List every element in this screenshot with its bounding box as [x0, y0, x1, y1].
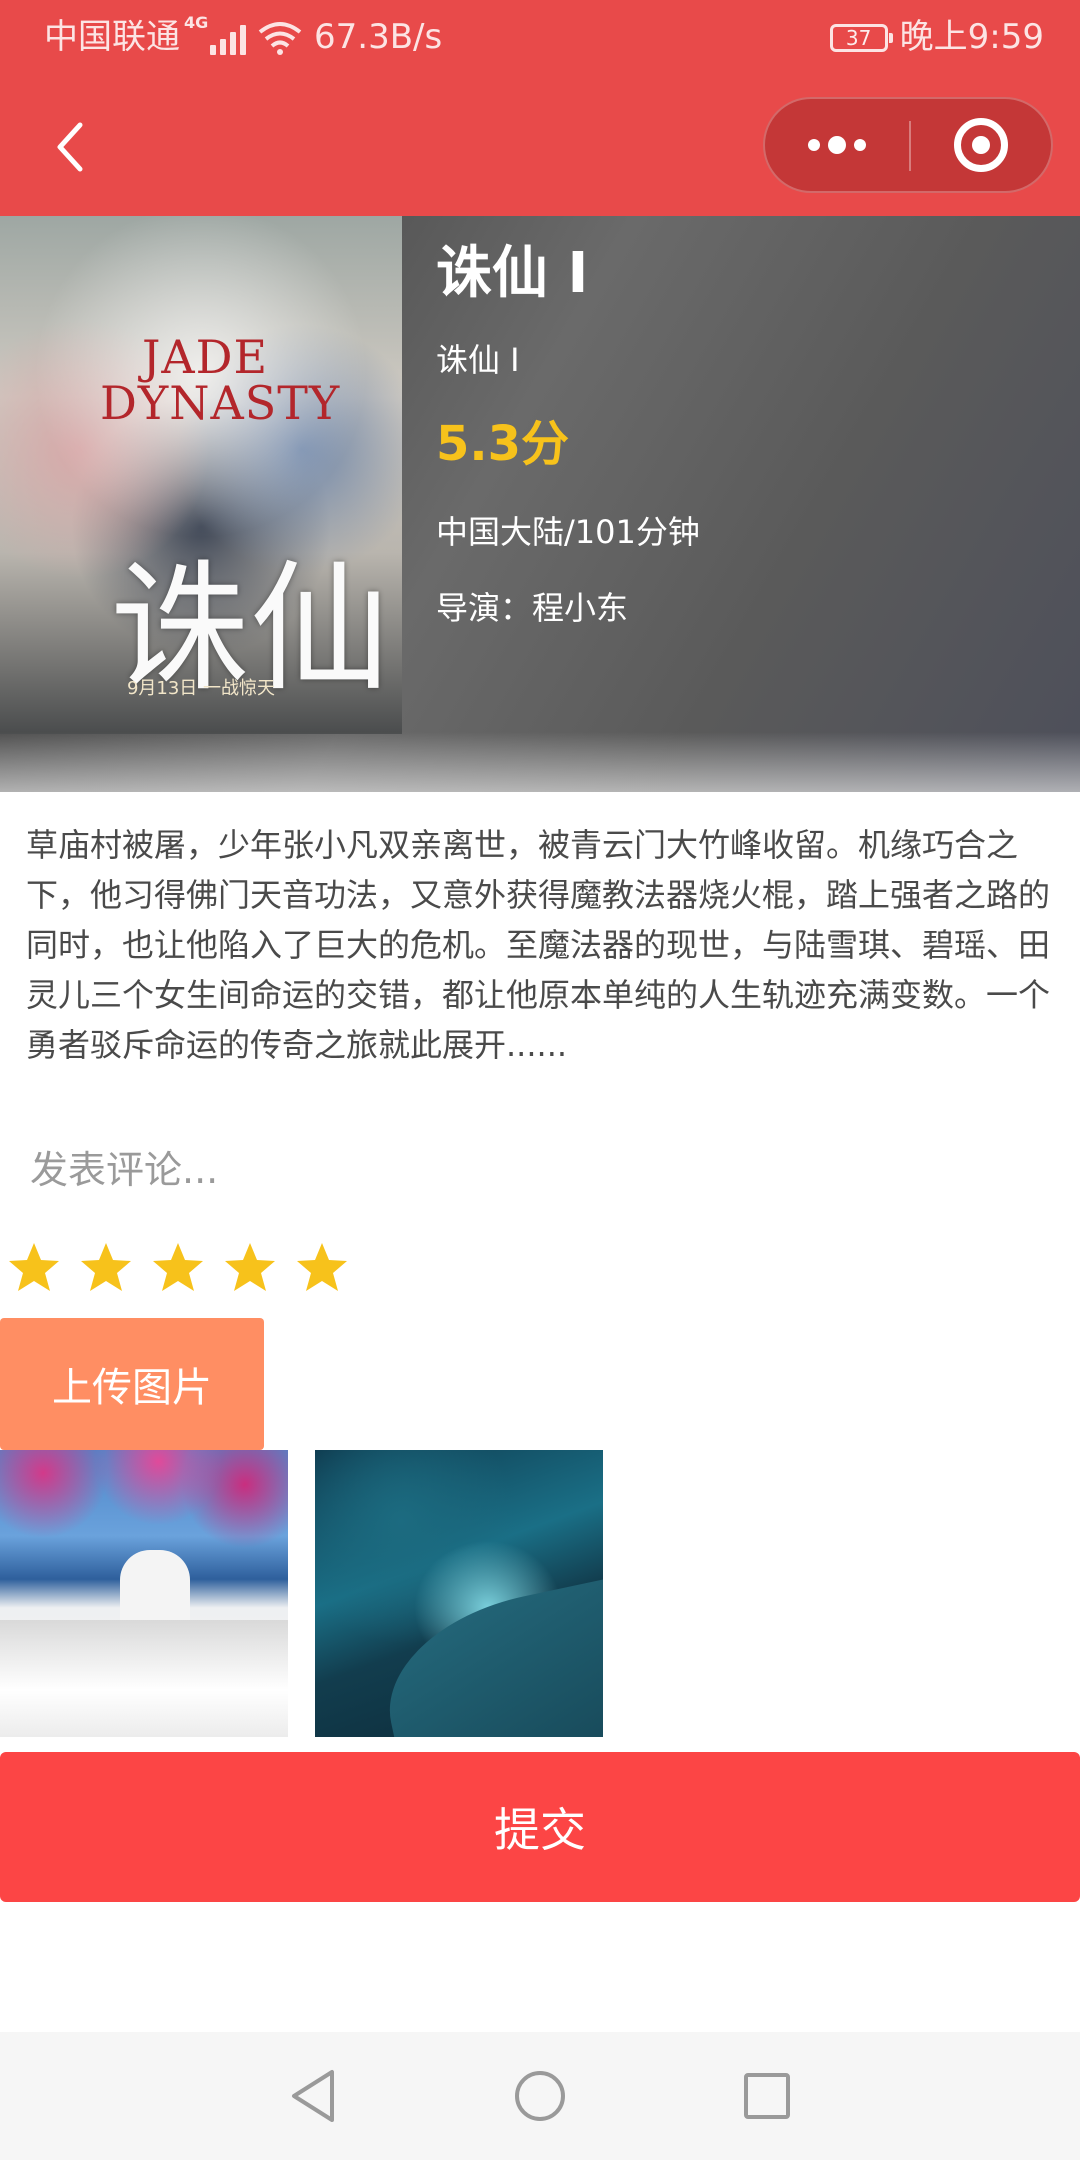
comment-input[interactable]: [30, 1130, 1050, 1210]
star-icon[interactable]: [150, 1240, 206, 1296]
movie-synopsis: 草庙村被屠，少年张小凡双亲离世，被青云门大竹峰收留。机缘巧合之下，他习得佛门天音…: [26, 826, 1051, 1064]
movie-score: 5.3分: [436, 416, 570, 472]
clock-label: 晚上9:59: [899, 17, 1044, 57]
uploaded-image-thumbnail[interactable]: [315, 1450, 603, 1737]
network-speed-label: 67.3B/s: [314, 17, 443, 57]
more-dots-icon: [808, 139, 820, 151]
star-icon[interactable]: [6, 1240, 62, 1296]
recents-nav-button[interactable]: [737, 2066, 797, 2126]
wifi-icon: [258, 21, 302, 55]
battery-icon: 37: [829, 23, 893, 52]
movie-director: 导演：程小东: [436, 589, 629, 627]
windmill-shape: [120, 1550, 190, 1630]
status-left: 中国联通 4G 67.3B/s: [44, 0, 442, 75]
movie-title: 诛仙 Ⅰ: [436, 241, 589, 306]
more-dot-center: [828, 136, 846, 154]
mini-program-capsule: [763, 97, 1053, 193]
target-ring-icon: [954, 118, 1008, 172]
star-icon[interactable]: [294, 1240, 350, 1296]
movie-poster[interactable]: JADE DYNASTY 诛仙 9月13日 一战惊天: [0, 216, 402, 734]
movie-region-duration: 中国大陆/101分钟: [436, 513, 700, 551]
ice-cave-floor-shape: [371, 1574, 603, 1737]
movie-subtitle: 诛仙 Ⅰ: [436, 341, 520, 379]
status-right: 37 晚上9:59: [829, 0, 1044, 75]
signal-icon: 4G: [184, 14, 246, 55]
back-nav-button[interactable]: [283, 2066, 343, 2126]
status-bar: 中国联通 4G 67.3B/s 37 晚上9:59: [0, 0, 1080, 75]
terrace-shape: [0, 1620, 288, 1737]
more-dot-right: [854, 139, 866, 151]
home-nav-button[interactable]: [510, 2066, 570, 2126]
uploaded-image-thumbnail[interactable]: [0, 1450, 288, 1737]
submit-button[interactable]: 提交: [0, 1752, 1080, 1902]
star-icon[interactable]: [78, 1240, 134, 1296]
more-button[interactable]: [765, 99, 909, 191]
circle-home-icon: [514, 2071, 565, 2121]
star-icon[interactable]: [222, 1240, 278, 1296]
square-recents-icon: [743, 2073, 790, 2119]
close-mini-program-button[interactable]: [911, 99, 1051, 191]
network-type-label: 4G: [184, 12, 209, 32]
movie-header: JADE DYNASTY 诛仙 9月13日 一战惊天 诛仙 Ⅰ 诛仙 Ⅰ 5.3…: [0, 216, 1080, 792]
poster-logo-text: JADE DYNASTY: [100, 330, 341, 430]
battery-level-label: 37: [845, 25, 872, 50]
chevron-left-icon: [57, 122, 83, 172]
poster-date-text: 9月13日 一战惊天: [126, 678, 276, 699]
back-button[interactable]: [30, 107, 110, 187]
upload-image-button[interactable]: 上传图片: [0, 1318, 264, 1450]
triangle-back-icon: [292, 2070, 335, 2122]
nav-bar: [0, 75, 1080, 216]
star-rating: [6, 1240, 350, 1296]
carrier-label: 中国联通: [44, 17, 180, 57]
system-navigation-bar: [0, 2032, 1080, 2160]
